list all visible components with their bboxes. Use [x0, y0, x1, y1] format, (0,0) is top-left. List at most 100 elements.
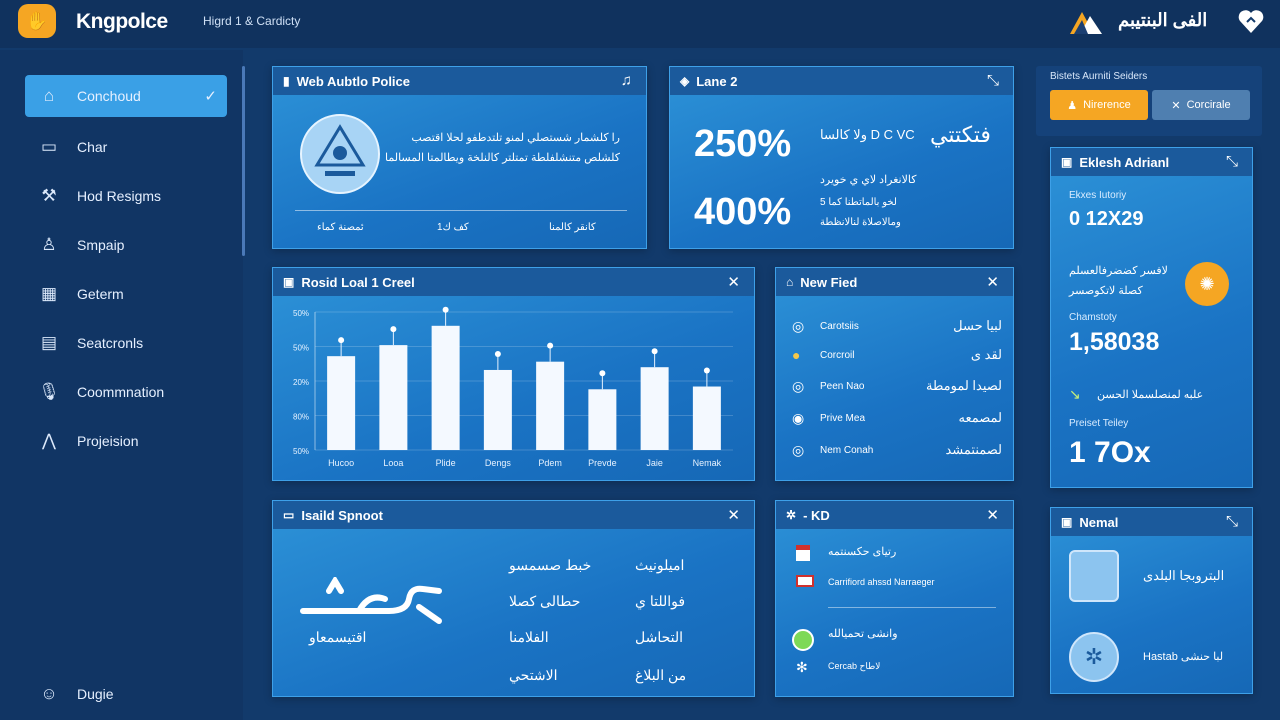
nemal-panel: ▣ Nemal ⤡ البتروبجا البلدى ✲ Hastab لبا … — [1050, 507, 1253, 694]
preference-button[interactable]: ♟ Nirerence — [1050, 90, 1148, 120]
sidebar-item-coommnation[interactable]: 🎙 Coommnation — [25, 371, 227, 413]
panel-header: ◈ Lane 2 ⤡ — [670, 67, 1013, 95]
hand-logo-icon[interactable]: ✋ — [18, 4, 56, 38]
list-item[interactable]: ◎ Carotsiis لبيا حسل — [792, 318, 1002, 338]
col1-item: خبط صسمسو — [509, 557, 592, 573]
sidebar-item-smpaip[interactable]: ♙ Smpaip — [25, 224, 227, 266]
web-audio-panel: ▮ Web Aubtlo Police ♫ را كلشمار شستصلي ل… — [272, 66, 647, 249]
stat-label-3: لخو بالماتطنا كما 5 — [820, 197, 897, 208]
x-tick-label: Plide — [436, 458, 456, 468]
mountain-logo-icon — [1070, 12, 1102, 34]
bar-marker-dot — [547, 342, 554, 349]
bar-marker-dot — [651, 348, 658, 355]
panel-title: New Fied — [800, 274, 858, 290]
badge-icon — [1069, 550, 1119, 602]
stat-label-1: Ekxes Iutoriy — [1069, 190, 1127, 201]
panel-header: ⌂ New Fied ✕ — [776, 268, 1013, 296]
bar-pdem[interactable] — [536, 361, 565, 450]
mic-icon: 🎙 — [38, 382, 60, 401]
sidebar-footer-dugie[interactable]: ☺ Dugie — [25, 673, 227, 715]
divider — [828, 607, 996, 608]
list-item[interactable]: ● Corcroil لقد ى — [792, 347, 1002, 367]
stat-label-2: Chamstoty — [1069, 312, 1117, 323]
col2-item: اميلونيث — [635, 557, 685, 573]
stat-text-1: لافسر كضضرفالعسلم — [1069, 265, 1168, 277]
user-icon: ♟ — [1067, 99, 1078, 112]
document-icon: ▤ — [40, 333, 58, 352]
check-icon: ✓ — [204, 88, 217, 105]
bar-dengs[interactable] — [483, 369, 512, 450]
heart-icon[interactable] — [1236, 6, 1266, 36]
y-tick-label: 50% — [293, 309, 309, 318]
kd-row1-title: رتياى حكسنتمه — [828, 546, 897, 558]
list-item[interactable]: ◎ Nem Conah لصمنتمشد — [792, 442, 1002, 462]
panel1-footer-2: كف ك1 — [437, 222, 469, 233]
sidebar-footer-label: Dugie — [77, 686, 114, 702]
list-item-label: Carotsiis — [820, 321, 859, 332]
bar-nemak[interactable] — [692, 386, 721, 450]
stat-250: 250% — [694, 123, 792, 165]
sidebar-item-projeision[interactable]: ⋀ Projeision — [25, 420, 227, 462]
bar-marker-dot — [338, 337, 345, 344]
chat-icon: ▭ — [40, 137, 58, 156]
stat-400: 400% — [694, 191, 792, 233]
speaker-icon[interactable]: ♫ — [621, 72, 632, 89]
coin-icon: ● — [792, 347, 801, 363]
sidebar-item-geterm[interactable]: ▦ Geterm — [25, 273, 227, 315]
list-item-label: Peen Nao — [820, 381, 865, 392]
cancel-button-label: Corcirale — [1186, 99, 1231, 111]
check-icon: ↘ — [1069, 386, 1081, 402]
bar-jaie[interactable] — [640, 367, 669, 450]
collapse-icon[interactable]: ⤡ — [1226, 153, 1238, 170]
col2-item: من البلاغ — [635, 667, 687, 683]
uk-flag-icon — [796, 575, 814, 587]
globe-icon: ◎ — [792, 378, 805, 394]
close-icon[interactable]: ✕ — [986, 506, 999, 524]
cancel-button[interactable]: ✕ Corcirale — [1152, 90, 1250, 120]
panel1-footer-1: ئمصنة كماء — [317, 222, 364, 233]
list-item[interactable]: ◎ Peen Nao لصيدا لمومطة — [792, 378, 1002, 398]
stat-text-3: علبه لمنصلسملا الحسن — [1097, 389, 1204, 401]
sidebar-item-conchoud[interactable]: ⌂ Conchoud ✓ — [25, 75, 227, 117]
list-item-label: Prive Mea — [820, 413, 866, 424]
bar-prevde[interactable] — [588, 389, 617, 450]
gear-icon: ✲ — [786, 508, 797, 522]
panel-header: ▭ Isaild Spnoot ✕ — [273, 501, 754, 529]
window-icon: ▣ — [283, 275, 295, 289]
close-icon[interactable]: ✕ — [727, 273, 740, 291]
collapse-icon[interactable]: ⤡ — [987, 72, 999, 89]
sidebar-item-seatcronls[interactable]: ▤ Seatcronls — [25, 322, 227, 364]
sidebar-item-label: Coommnation — [77, 384, 165, 400]
calligraphy-logo-icon — [300, 577, 442, 624]
nemal-text-1: البتروبجا البلدى — [1143, 568, 1225, 583]
x-tick-label: Looa — [383, 458, 403, 468]
list-item-value: لصمنتمشد — [945, 442, 1002, 457]
compass-icon: ⋀ — [42, 431, 56, 450]
list-item[interactable]: ◉ Prive Mea لمصمعه — [792, 410, 1002, 430]
sidebar-item-char[interactable]: ▭ Char — [25, 126, 227, 168]
app-subtitle: Higrd 1 & Cardicty — [203, 14, 301, 28]
close-icon[interactable]: ✕ — [986, 273, 999, 291]
bar-marker-dot — [703, 367, 710, 374]
stat-value-3: 1 7Ox — [1069, 436, 1151, 469]
col1-item: الاشتحي — [509, 667, 558, 683]
window-icon: ▣ — [1061, 155, 1073, 169]
globe-icon: ◎ — [792, 442, 805, 458]
stat-label-4: ومالاصلاة لنالانظطة — [820, 217, 901, 228]
sidebar-scrollbar[interactable] — [242, 66, 245, 256]
bar-plide[interactable] — [431, 325, 460, 450]
kd-row2-title: وانشى تحميالله — [828, 628, 898, 640]
bar-hucoo[interactable] — [327, 356, 356, 450]
sidebar-item-hod-resigms[interactable]: ⚒ Hod Resigms — [25, 175, 227, 217]
collapse-icon[interactable]: ⤡ — [1226, 513, 1238, 530]
diamond-icon: ◈ — [680, 74, 690, 88]
window-icon: ▣ — [1061, 515, 1073, 529]
x-tick-label: Prevde — [588, 458, 617, 468]
panel1-text-line2: كلشلص متنشلفلطة تمتلتر كالنلخة ويطالمتا … — [385, 152, 620, 164]
bar-looa[interactable] — [379, 345, 408, 450]
panel-title: Eklesh Adrianl — [1079, 154, 1170, 170]
close-icon[interactable]: ✕ — [727, 506, 740, 524]
y-tick-label: 20% — [293, 378, 309, 387]
stats-panel: ▣ Eklesh Adrianl ⤡ Ekxes Iutoriy 0 12X29… — [1050, 147, 1253, 488]
stat-label-1: ولا كالسا D C VC — [820, 127, 915, 142]
